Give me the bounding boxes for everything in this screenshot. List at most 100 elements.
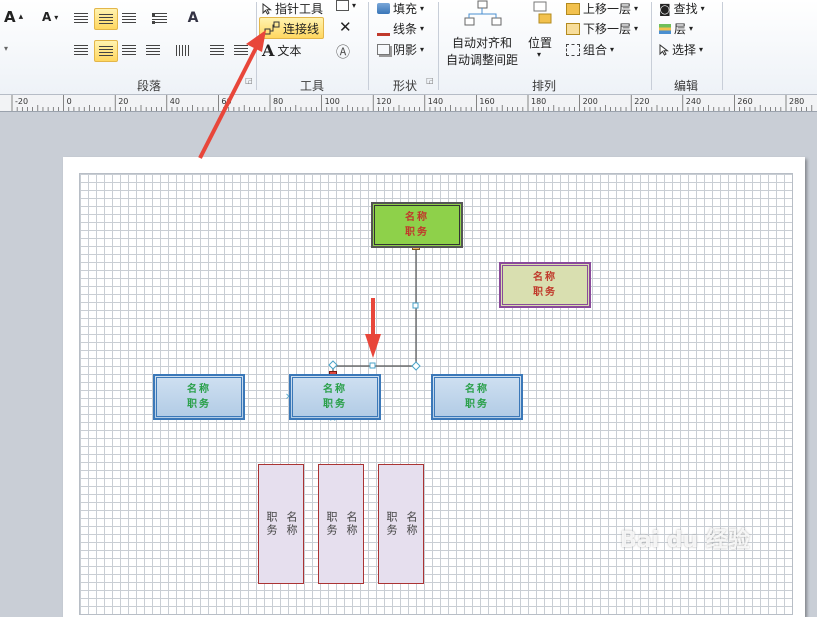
fill-button[interactable]: 填充 ▾ — [377, 0, 424, 17]
send-backward-icon — [566, 22, 580, 35]
auto-align-icon — [464, 0, 502, 26]
position-label: 位置 — [528, 36, 553, 50]
text-tool-button[interactable]: A 文本 — [262, 41, 301, 60]
group-button[interactable]: 组合 ▾ — [566, 41, 614, 58]
org-shape-blue-left[interactable]: 名称 职务 — [153, 374, 245, 420]
ruler-tick-label: 260 — [737, 97, 752, 106]
ruler-tick-label: 140 — [428, 97, 443, 106]
shape-name: 名称 — [533, 272, 557, 283]
group-icon — [566, 43, 580, 56]
binoculars-icon: ◙ — [659, 1, 671, 16]
org-shape-vertical-3[interactable]: 名称 职务 — [378, 464, 424, 584]
connection-point-icon[interactable]: Ⓐ — [336, 42, 350, 62]
connector-mid-handle — [369, 362, 376, 369]
separator — [722, 2, 723, 90]
org-shape-blue-middle[interactable]: 名称 职务 — [289, 374, 381, 420]
select-button[interactable]: 选择 ▾ — [659, 41, 703, 58]
shadow-icon — [377, 44, 390, 55]
ruler-tick-label: -20 — [15, 97, 28, 106]
shape-dialog-launcher-icon[interactable]: ◲ — [426, 76, 434, 85]
edit-group-label: 编辑 — [674, 79, 699, 93]
align-bottom-button[interactable] — [118, 8, 140, 28]
pencil-icon — [377, 22, 390, 36]
shape-title: 职务 — [325, 511, 338, 537]
ruler-tick-label: 120 — [376, 97, 391, 106]
justify-button[interactable] — [142, 40, 164, 60]
separator — [256, 2, 257, 90]
shape-title: 职务 — [323, 399, 347, 410]
pointer-icon — [262, 2, 272, 15]
bring-forward-button[interactable]: 上移一层 ▾ — [566, 0, 638, 17]
send-backward-button[interactable]: 下移一层 ▾ — [566, 20, 638, 37]
text-style-icon[interactable]: A — [182, 8, 204, 28]
shape-name: 名称 — [345, 511, 358, 537]
ruler-tick-label: 60 — [221, 97, 231, 106]
shape-name: 名称 — [405, 511, 418, 537]
auto-align-button[interactable]: 自动对齐和 自动调整间距 — [444, 0, 524, 70]
layer-button[interactable]: 层 ▾ — [659, 20, 693, 37]
shape-title: 职务 — [533, 287, 557, 298]
ruler-tick-label: 180 — [531, 97, 546, 106]
shape-name: 名称 — [285, 511, 298, 537]
position-icon — [533, 1, 552, 24]
ruler-tick-label: 20 — [118, 97, 128, 106]
paragraph-dialog-launcher-icon[interactable]: ◲ — [245, 76, 253, 85]
decrease-indent-button[interactable] — [206, 40, 228, 60]
shrink-font-button[interactable]: A ▾ — [42, 10, 58, 24]
shape-group-label: 形状 — [393, 79, 418, 93]
shape-title: 职务 — [385, 511, 398, 537]
shape-title: 职务 — [405, 227, 429, 238]
position-button[interactable]: 位置 ▾ — [528, 0, 556, 60]
align-middle-button[interactable] — [94, 8, 118, 30]
ruler-tick-label: 40 — [170, 97, 180, 106]
text-a-icon: A — [262, 41, 275, 60]
connector-tool-button[interactable]: 连接线 — [259, 17, 325, 39]
ribbon: A ▴ A ▾ ▾ A 段落 ◲ 指针工具 ▾ 连接线 ✕ A 文本 Ⓐ 工具 填充… — [0, 0, 817, 95]
grow-font-button[interactable]: A ▴ — [4, 8, 23, 26]
connector-icon — [264, 21, 280, 35]
ruler-tick-label: 80 — [273, 97, 283, 106]
text-direction-button[interactable] — [172, 40, 194, 60]
shape-title: 职务 — [265, 511, 278, 537]
ruler-tick-label: 100 — [325, 97, 340, 106]
find-button[interactable]: ◙ 查找 ▾ — [659, 0, 705, 17]
bring-forward-icon — [566, 2, 580, 15]
rectangle-tool-button[interactable]: ▾ — [336, 0, 356, 11]
pointer-tool-button[interactable]: 指针工具 — [262, 0, 323, 17]
align-center-button[interactable] — [94, 40, 118, 62]
org-shape-vertical-1[interactable]: 名称 职务 — [258, 464, 304, 584]
separator — [368, 2, 369, 90]
org-shape-blue-right[interactable]: 名称 职务 — [431, 374, 523, 420]
align-left-button[interactable] — [70, 40, 92, 60]
layers-icon — [659, 23, 671, 34]
align-top-button[interactable] — [70, 8, 92, 28]
connector-bend-handle — [411, 361, 421, 371]
shape-name: 名称 — [187, 384, 211, 395]
org-shape-vertical-2[interactable]: 名称 职务 — [318, 464, 364, 584]
ruler-ticks: -20 0 20 40 60 80 100 120 140 160 180 200 220 240 260 2… — [11, 95, 813, 111]
align-right-button[interactable] — [118, 40, 140, 60]
font-dropdown-arrow-icon[interactable]: ▾ — [4, 44, 8, 53]
shape-title: 职务 — [187, 399, 211, 410]
auto-align-label-2: 自动调整间距 — [446, 53, 519, 67]
line-button[interactable]: 线条 ▾ — [377, 20, 424, 37]
increase-indent-button[interactable] — [230, 40, 252, 60]
bullets-button[interactable] — [148, 8, 170, 28]
shape-name: 名称 — [405, 212, 429, 223]
auto-align-label-1: 自动对齐和 — [452, 36, 513, 50]
shape-title: 职务 — [465, 399, 489, 410]
connector-line — [332, 246, 417, 375]
shadow-button[interactable]: 阴影 ▾ — [377, 41, 424, 58]
ruler-tick-label: 280 — [789, 97, 804, 106]
select-pointer-icon — [659, 43, 669, 56]
position-dropdown-icon: ▾ — [537, 50, 542, 59]
ruler-tick-label: 240 — [686, 97, 701, 106]
paint-bucket-icon — [377, 3, 390, 14]
horizontal-ruler[interactable]: -20 0 20 40 60 80 100 120 140 160 180 200 220 240 260 2… — [0, 95, 817, 112]
tools-group-label: 工具 — [300, 79, 325, 93]
separator — [651, 2, 652, 90]
separator — [438, 2, 439, 90]
org-shape-top[interactable]: 名称 职务 — [371, 202, 463, 248]
close-icon[interactable]: ✕ — [339, 18, 352, 36]
org-shape-right[interactable]: 名称 职务 — [499, 262, 591, 308]
